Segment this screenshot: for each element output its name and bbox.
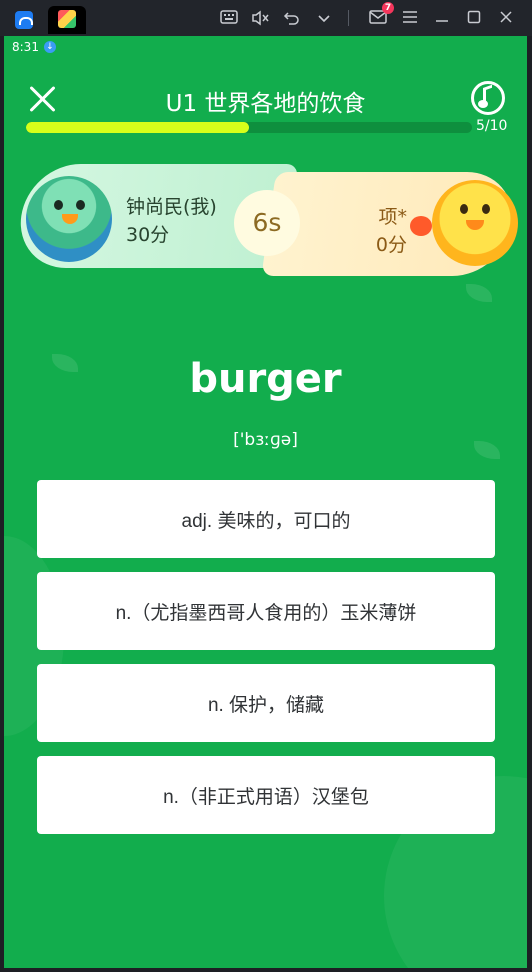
menu-icon[interactable] bbox=[400, 10, 420, 28]
answer-option-3[interactable]: n. 保护，储藏 bbox=[37, 664, 495, 742]
progress-count: 5/10 bbox=[476, 118, 508, 134]
maximize-icon[interactable] bbox=[464, 10, 484, 28]
answer-option-2[interactable]: n.（尤指墨西哥人食用的）玉米薄饼 bbox=[37, 572, 495, 650]
progress-fill bbox=[26, 122, 249, 133]
download-icon: ↓ bbox=[43, 41, 56, 53]
opponent-score: 0分 bbox=[375, 234, 407, 256]
battle-panel: 钟尚民(我) 30分 6s 项* 0分 bbox=[14, 164, 519, 276]
mail-badge: 7 bbox=[382, 2, 394, 14]
music-toggle-button[interactable] bbox=[471, 81, 505, 115]
avatar-eye bbox=[54, 200, 63, 210]
question-word: burger bbox=[189, 356, 342, 402]
mute-icon[interactable] bbox=[250, 10, 270, 28]
countdown-timer: 6s bbox=[234, 190, 300, 256]
avatar-eye bbox=[482, 204, 490, 214]
undo-icon[interactable] bbox=[282, 10, 302, 28]
status-time: 8:31 bbox=[12, 40, 39, 54]
home-app-icon[interactable] bbox=[15, 11, 33, 29]
avatar-eye bbox=[76, 200, 85, 210]
progress-bar bbox=[26, 122, 472, 133]
player-score: 30分 bbox=[126, 224, 170, 246]
avatar-eye bbox=[460, 204, 468, 214]
player-avatar bbox=[26, 176, 112, 262]
close-icon[interactable] bbox=[496, 10, 516, 28]
page-title: U1 世界各地的饮食 bbox=[165, 91, 366, 117]
minimize-icon[interactable] bbox=[432, 10, 452, 28]
player-name: 钟尚民(我) bbox=[126, 196, 217, 218]
music-note-head bbox=[478, 100, 488, 108]
opponent-avatar bbox=[432, 180, 518, 266]
emulator-toolbar: 7 bbox=[0, 0, 532, 36]
avatar-beak bbox=[466, 220, 484, 230]
avatar-beak bbox=[62, 214, 78, 224]
status-bar: 8:31 ↓ bbox=[12, 40, 56, 54]
question-phonetic: ['bɜːɡə] bbox=[233, 430, 298, 450]
answer-option-1[interactable]: adj. 美味的，可口的 bbox=[37, 480, 495, 558]
answer-options: adj. 美味的，可口的 n.（尤指墨西哥人食用的）玉米薄饼 n. 保护，储藏 … bbox=[37, 480, 495, 848]
game-screen: 8:31 ↓ U1 世界各地的饮食 5/10 钟尚民(我) 30分 6s 项* … bbox=[4, 36, 527, 968]
game-tab-icon bbox=[58, 10, 76, 28]
chevron-down-icon[interactable] bbox=[314, 10, 334, 28]
opponent-name: 项* bbox=[378, 206, 407, 228]
leaf-decoration bbox=[466, 284, 492, 302]
answer-option-4[interactable]: n.（非正式用语）汉堡包 bbox=[37, 756, 495, 834]
toolbar-divider bbox=[348, 10, 349, 26]
keyboard-icon[interactable] bbox=[219, 10, 239, 28]
opponent-fist-icon bbox=[410, 216, 432, 236]
